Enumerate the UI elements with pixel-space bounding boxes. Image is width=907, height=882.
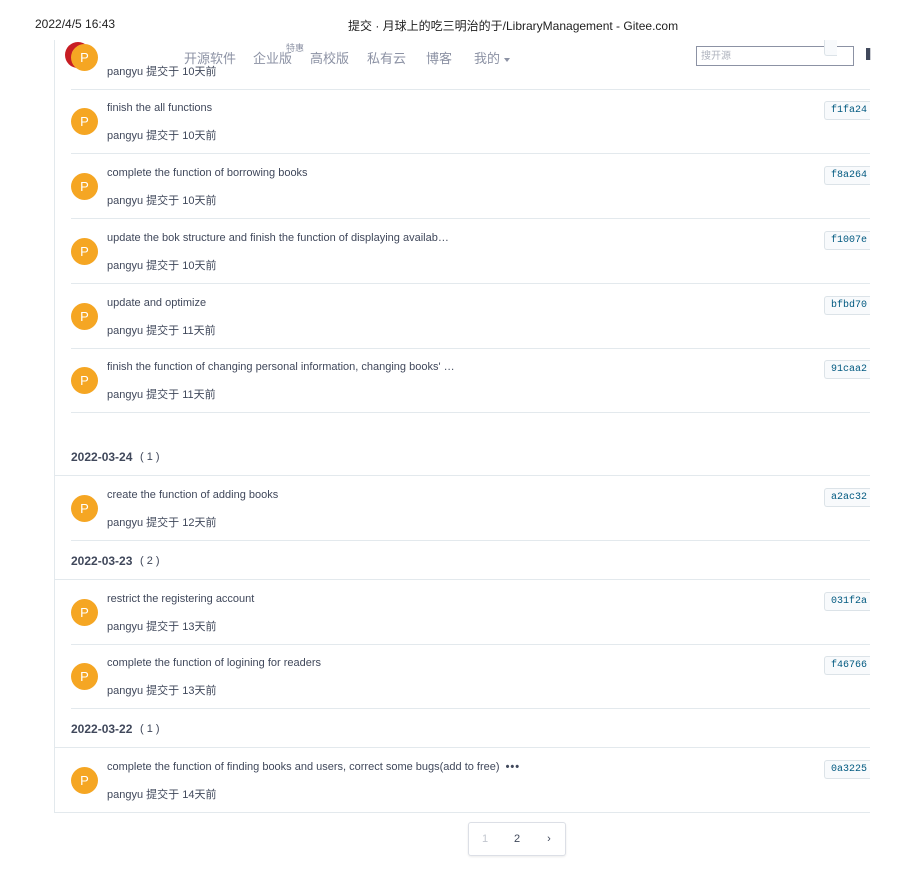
commit-sha[interactable]: f46766 [824,656,870,675]
author-avatar[interactable]: P [71,238,98,265]
commit-meta: pangyu 提交于 14天前 [107,786,216,802]
commits-list: P pangyu 提交于 10天前 P finish the all funct… [54,40,870,813]
commit-sha[interactable]: f8a264 [824,166,870,185]
group-commit-count: ( 1 ) [140,723,160,735]
commit-time: 提交于 10天前 [146,66,217,78]
commit-message[interactable]: complete the function of logining for re… [107,657,321,669]
group-commit-count: ( 2 ) [140,555,160,567]
group-date: 2022-03-23 [71,554,133,568]
commit-author[interactable]: pangyu [107,325,143,337]
author-avatar[interactable]: P [71,367,98,394]
commit-meta: pangyu 提交于 11天前 [107,322,216,338]
commit-author[interactable]: pangyu [107,260,143,272]
commit-time: 提交于 11天前 [146,389,216,401]
commit-sha[interactable]: 91caa2 [824,360,870,379]
commit-message[interactable]: finish the all functions [107,102,212,114]
commit-sha[interactable]: 0a3225 [824,760,870,779]
print-datetime: 2022/4/5 16:43 [35,17,116,31]
commit-row[interactable]: P update and optimize pangyu 提交于 11天前 bf… [71,284,870,349]
expand-message-icon[interactable]: ••• [506,761,521,773]
commit-sha[interactable]: 031f2a [824,592,870,611]
date-group-header: 2022-03-22 ( 1 ) [55,709,870,748]
commit-row[interactable]: P create the function of adding books pa… [71,476,870,541]
author-avatar[interactable]: P [71,44,98,71]
commit-message[interactable]: create the function of adding books [107,489,278,501]
commit-author[interactable]: pangyu [107,389,143,401]
commit-time: 提交于 12天前 [146,517,217,529]
author-avatar[interactable]: P [71,303,98,330]
commit-meta: pangyu 提交于 13天前 [107,682,216,698]
commit-author[interactable]: pangyu [107,195,143,207]
author-avatar[interactable]: P [71,663,98,690]
commit-author[interactable]: pangyu [107,130,143,142]
commit-time: 提交于 13天前 [146,621,217,633]
group-date: 2022-03-24 [71,450,133,464]
commit-row[interactable]: P complete the function of logining for … [71,644,870,709]
author-avatar[interactable]: P [71,108,98,135]
commit-row[interactable]: P restrict the registering account pangy… [71,580,870,645]
commit-message[interactable]: finish the function of changing personal… [107,361,455,373]
print-page-title: 提交 · 月球上的吃三明治的于/LibraryManagement - Gite… [348,19,679,33]
commit-author[interactable]: pangyu [107,621,143,633]
author-avatar[interactable]: P [71,599,98,626]
commit-row[interactable]: P finish the all functions pangyu 提交于 10… [71,89,870,154]
commit-meta: pangyu 提交于 12天前 [107,514,216,530]
date-group-header: 2022-03-23 ( 2 ) [55,541,870,580]
commit-meta: pangyu 提交于 10天前 [107,127,216,143]
author-avatar[interactable]: P [71,173,98,200]
commit-message[interactable]: update and optimize [107,297,206,309]
commit-sha[interactable] [824,40,837,56]
commit-message[interactable]: complete the function of finding books a… [107,761,500,773]
commit-row[interactable]: P update the bok structure and finish th… [71,219,870,284]
commit-time: 提交于 10天前 [146,130,217,142]
commit-message[interactable]: update the bok structure and finish the … [107,232,449,244]
author-avatar[interactable]: P [71,767,98,794]
commit-message-wrap: complete the function of finding books a… [107,761,520,773]
commit-row[interactable]: P finish the function of changing person… [71,348,870,413]
commit-author[interactable]: pangyu [107,66,143,78]
pagination: 1 2 › [468,822,566,856]
commit-time: 提交于 11天前 [146,325,216,337]
page-2-button[interactable]: 2 [501,823,533,855]
commit-row[interactable]: P complete the function of borrowing boo… [71,154,870,219]
commit-sha[interactable]: bfbd70 [824,296,870,315]
commit-meta: pangyu 提交于 10天前 [107,63,216,79]
commit-message[interactable]: restrict the registering account [107,593,254,605]
group-commit-count: ( 1 ) [140,451,160,463]
commit-time: 提交于 13天前 [146,685,217,697]
print-header: 2022/4/5 16:43 提交 · 月球上的吃三明治的于/LibraryMa… [0,0,907,40]
commit-author[interactable]: pangyu [107,789,143,801]
commit-author[interactable]: pangyu [107,517,143,529]
author-avatar[interactable]: P [71,495,98,522]
commit-message[interactable]: complete the function of borrowing books [107,167,308,179]
group-date: 2022-03-22 [71,722,133,736]
commit-time: 提交于 14天前 [146,789,217,801]
commit-row[interactable]: P complete the function of finding books… [71,748,870,812]
commit-meta: pangyu 提交于 11天前 [107,386,216,402]
commit-sha[interactable]: a2ac32 [824,488,870,507]
commit-sha[interactable]: f1007e [824,231,870,250]
page-1-button[interactable]: 1 [469,823,501,855]
commit-meta: pangyu 提交于 10天前 [107,257,216,273]
commit-row[interactable]: P pangyu 提交于 10天前 [71,40,870,90]
commit-meta: pangyu 提交于 10天前 [107,192,216,208]
commit-author[interactable]: pangyu [107,685,143,697]
commit-meta: pangyu 提交于 13天前 [107,618,216,634]
commit-time: 提交于 10天前 [146,195,217,207]
commit-sha[interactable]: f1fa24 [824,101,870,120]
date-group-header: 2022-03-24 ( 1 ) [55,437,870,476]
commit-time: 提交于 10天前 [146,260,217,272]
next-page-icon[interactable]: › [533,823,565,855]
